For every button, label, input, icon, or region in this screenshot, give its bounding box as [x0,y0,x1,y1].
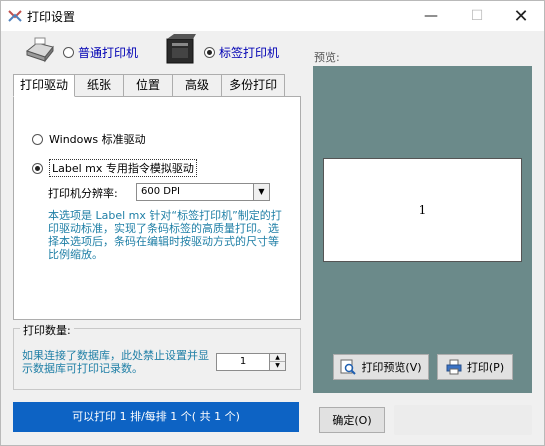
print-count-value[interactable]: 1 [217,354,269,370]
radio-circle-icon [32,133,43,145]
tab-position[interactable]: 位置 [123,74,174,96]
print-button-label: 打印(P) [466,361,505,374]
print-count-note: 如果连接了数据库，此处禁止设置并显示数据库可打印记录数。 [22,349,209,375]
minimize-button[interactable]: — [408,1,454,31]
preview-page-number: 1 [418,203,427,217]
close-button[interactable]: ✕ [498,1,544,31]
windows-driver-option[interactable]: Windows 标准驱动 [32,131,146,147]
print-status-bar: 可以打印 1 排/每排 1 个( 共 1 个) [13,402,299,432]
window-title: 打印设置 [27,10,76,24]
magnifier-icon [340,359,357,375]
normal-printer-icon [25,37,54,63]
print-preview-button[interactable]: 打印预览(V) [333,354,429,380]
resolution-label: 打印机分辨率: [48,187,118,200]
radio-selected-icon [32,162,43,174]
normal-printer-radio[interactable]: 普通打印机 [63,44,138,61]
labelmx-driver-label: Label mx 专用指令模拟驱动 [49,159,197,177]
preview-label: 预览: [314,51,340,64]
spinner-buttons: ▲ ▼ [269,354,285,370]
print-button[interactable]: 打印(P) [437,354,513,380]
radio-selected-icon [204,47,215,58]
tab-multi-copy[interactable]: 多份打印 [221,74,286,96]
maximize-button[interactable]: ☐ [454,1,500,31]
resolution-value: 600 DPI [141,186,180,197]
radio-circle-icon [63,47,74,58]
labelmx-driver-option[interactable]: Label mx 专用指令模拟驱动 [32,159,197,177]
windows-driver-label: Windows 标准驱动 [49,133,146,146]
spin-up-arrow-icon[interactable]: ▲ [270,354,285,362]
tab-paper[interactable]: 纸张 [74,74,125,96]
settings-tabs: 打印驱动 纸张 位置 高级 多份打印 [13,74,286,97]
print-driver-panel: Windows 标准驱动 Label mx 专用指令模拟驱动 打印机分辨率: 6… [13,96,301,320]
label-printer-label: 标签打印机 [219,46,280,60]
app-settings-icon [8,10,22,22]
tab-print-driver[interactable]: 打印驱动 [13,74,76,97]
printer-icon [446,359,462,375]
label-printer-icon [166,34,196,64]
print-count-group: 打印数量: 如果连接了数据库，此处禁止设置并显示数据库可打印记录数。 1 ▲ ▼ [13,322,301,390]
preview-area: 1 打印预览(V) 打印(P) [313,66,532,393]
normal-printer-label: 普通打印机 [78,46,139,60]
spin-down-arrow-icon[interactable]: ▼ [270,362,285,370]
print-count-title: 打印数量: [20,322,74,338]
print-settings-window: 打印设置 — ☐ ✕ 普通打印机 标签打印机 打印驱动 纸张 位置 高级 多份打… [0,0,545,446]
dropdown-arrow-icon[interactable]: ▼ [253,184,269,200]
preview-page: 1 [323,158,522,262]
label-printer-radio[interactable]: 标签打印机 [204,44,279,61]
tab-advanced[interactable]: 高级 [172,74,223,96]
blurred-button-area [394,405,532,435]
ok-button[interactable]: 确定(O) [319,407,385,433]
print-preview-label: 打印预览(V) [361,361,422,374]
print-count-spinner[interactable]: 1 ▲ ▼ [216,353,286,371]
title-bar: 打印设置 — ☐ ✕ [1,1,544,31]
resolution-select[interactable]: 600 DPI ▼ [136,183,270,201]
driver-note: 本选项是 Label mx 针对“标签打印机”制定的打印驱动标准，实现了条码标签… [48,209,282,261]
